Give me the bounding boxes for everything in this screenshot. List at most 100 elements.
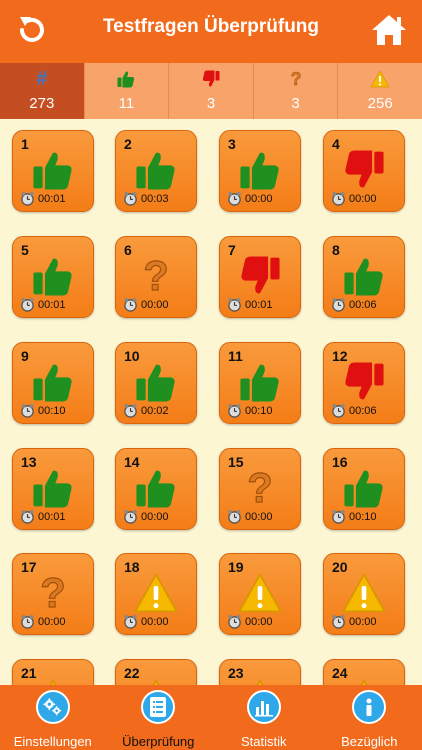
status-indicator (220, 676, 300, 685)
alarm-clock-icon (227, 509, 242, 524)
thumb-up-icon (240, 364, 279, 402)
stats-bar: #273 11 3 ? 3 256 (0, 63, 422, 119)
stat-filter-down[interactable]: 3 (169, 63, 254, 119)
svg-text:?: ? (143, 253, 168, 299)
question-tile[interactable]: 13 00:01 (12, 448, 94, 530)
home-button[interactable] (370, 12, 408, 48)
answer-time: 00:01 (38, 299, 66, 311)
alarm-clock-icon (331, 509, 346, 524)
question-tile[interactable]: 18 00:00 (115, 553, 197, 635)
question-tile[interactable]: 23 (219, 659, 301, 685)
stat-filter-question[interactable]: ? 3 (254, 63, 339, 119)
answer-time: 00:01 (245, 299, 273, 311)
question-tile[interactable]: 11 00:10 (219, 342, 301, 424)
thumb-up-icon (240, 152, 279, 190)
stat-count: 273 (29, 95, 55, 112)
question-icon: ? (247, 465, 273, 511)
question-tile[interactable]: 24 (323, 659, 405, 685)
thumb-up-icon (33, 258, 72, 296)
header-bar: Testfragen Überprüfung (0, 0, 422, 63)
question-tile[interactable]: 9 00:10 (12, 342, 94, 424)
stat-filter-warning[interactable]: 256 (338, 63, 422, 119)
status-indicator (116, 570, 196, 616)
svg-text:?: ? (247, 465, 272, 511)
question-tile[interactable]: 20 00:00 (323, 553, 405, 635)
warning-icon (360, 679, 368, 685)
stat-filter-hash[interactable]: #273 (0, 63, 85, 119)
status-indicator (220, 570, 300, 616)
alarm-clock-icon (123, 191, 138, 206)
thumb-down-icon (169, 68, 253, 90)
answer-time: 00:00 (141, 299, 169, 311)
status-indicator (324, 359, 404, 405)
question-tile[interactable]: 19 00:00 (219, 553, 301, 635)
alarm-clock-icon (20, 191, 35, 206)
alarm-clock-icon (331, 403, 346, 418)
status-indicator (116, 465, 196, 511)
question-tile[interactable]: 7 00:01 (219, 236, 301, 318)
svg-text:?: ? (40, 570, 65, 616)
warning-icon (49, 679, 57, 685)
question-tile[interactable]: 22 (115, 659, 197, 685)
question-tile[interactable]: 2 00:03 (115, 130, 197, 212)
question-tile[interactable]: 4 00:00 (323, 130, 405, 212)
answer-time: 00:00 (38, 616, 66, 628)
warning-icon (338, 68, 422, 90)
status-indicator: ? (220, 465, 300, 511)
status-indicator (13, 465, 93, 511)
warning-icon (152, 679, 160, 685)
question-tile[interactable]: 17 ? 00:00 (12, 553, 94, 635)
status-indicator (116, 676, 196, 685)
answer-time: 00:00 (245, 193, 273, 205)
answer-time: 00:00 (245, 511, 273, 523)
question-tile[interactable]: 16 00:10 (323, 448, 405, 530)
question-tile[interactable]: 3 00:00 (219, 130, 301, 212)
gear-icon (35, 690, 70, 724)
hash-symbol: # (36, 68, 48, 90)
alarm-clock-icon (20, 297, 35, 312)
answer-time: 00:00 (349, 616, 377, 628)
alarm-clock-icon (20, 509, 35, 524)
question-tile[interactable]: 1 00:01 (12, 130, 94, 212)
tab-list[interactable]: Überprüfung (106, 685, 212, 750)
alarm-clock-icon (123, 297, 138, 312)
warning-icon (370, 70, 390, 88)
status-indicator (13, 147, 93, 193)
question-tile[interactable]: 6 ? 00:00 (115, 236, 197, 318)
tab-gear[interactable]: Einstellungen (0, 685, 106, 750)
stat-filter-up[interactable]: 11 (85, 63, 170, 119)
thumb-up-icon (33, 152, 72, 190)
status-indicator (13, 253, 93, 299)
status-indicator (324, 570, 404, 616)
answer-time: 00:10 (245, 405, 273, 417)
question-tile[interactable]: 8 00:06 (323, 236, 405, 318)
status-indicator (324, 147, 404, 193)
question-tile[interactable]: 15 ? 00:00 (219, 448, 301, 530)
alarm-clock-icon (227, 614, 242, 629)
question-icon: ? (254, 68, 338, 90)
question-icon: ? (290, 69, 302, 89)
tab-info[interactable]: Bezüglich (317, 685, 422, 750)
thumb-down-icon (202, 70, 220, 87)
status-indicator (116, 359, 196, 405)
answer-time: 00:10 (349, 511, 377, 523)
alarm-clock-icon (331, 191, 346, 206)
alarm-clock-icon (331, 614, 346, 629)
thumb-up-icon (344, 258, 383, 296)
thumb-up-icon (117, 71, 135, 88)
alarm-clock-icon (227, 191, 242, 206)
answer-time: 00:02 (141, 405, 169, 417)
question-tile[interactable]: 10 00:02 (115, 342, 197, 424)
home-icon (372, 15, 406, 45)
alarm-clock-icon (20, 403, 35, 418)
thumb-up-icon (33, 364, 72, 402)
question-tile[interactable]: 5 00:01 (12, 236, 94, 318)
question-tile[interactable]: 21 (12, 659, 94, 685)
question-tile[interactable]: 14 00:00 (115, 448, 197, 530)
question-tile[interactable]: 12 00:06 (323, 342, 405, 424)
tab-bar-chart[interactable]: Statistik (211, 685, 317, 750)
warning-icon (256, 679, 264, 685)
warning-icon (134, 573, 178, 613)
tab-bar: Einstellungen Überprüfung Statistik Bezü… (0, 685, 422, 750)
answer-time: 00:00 (141, 616, 169, 628)
